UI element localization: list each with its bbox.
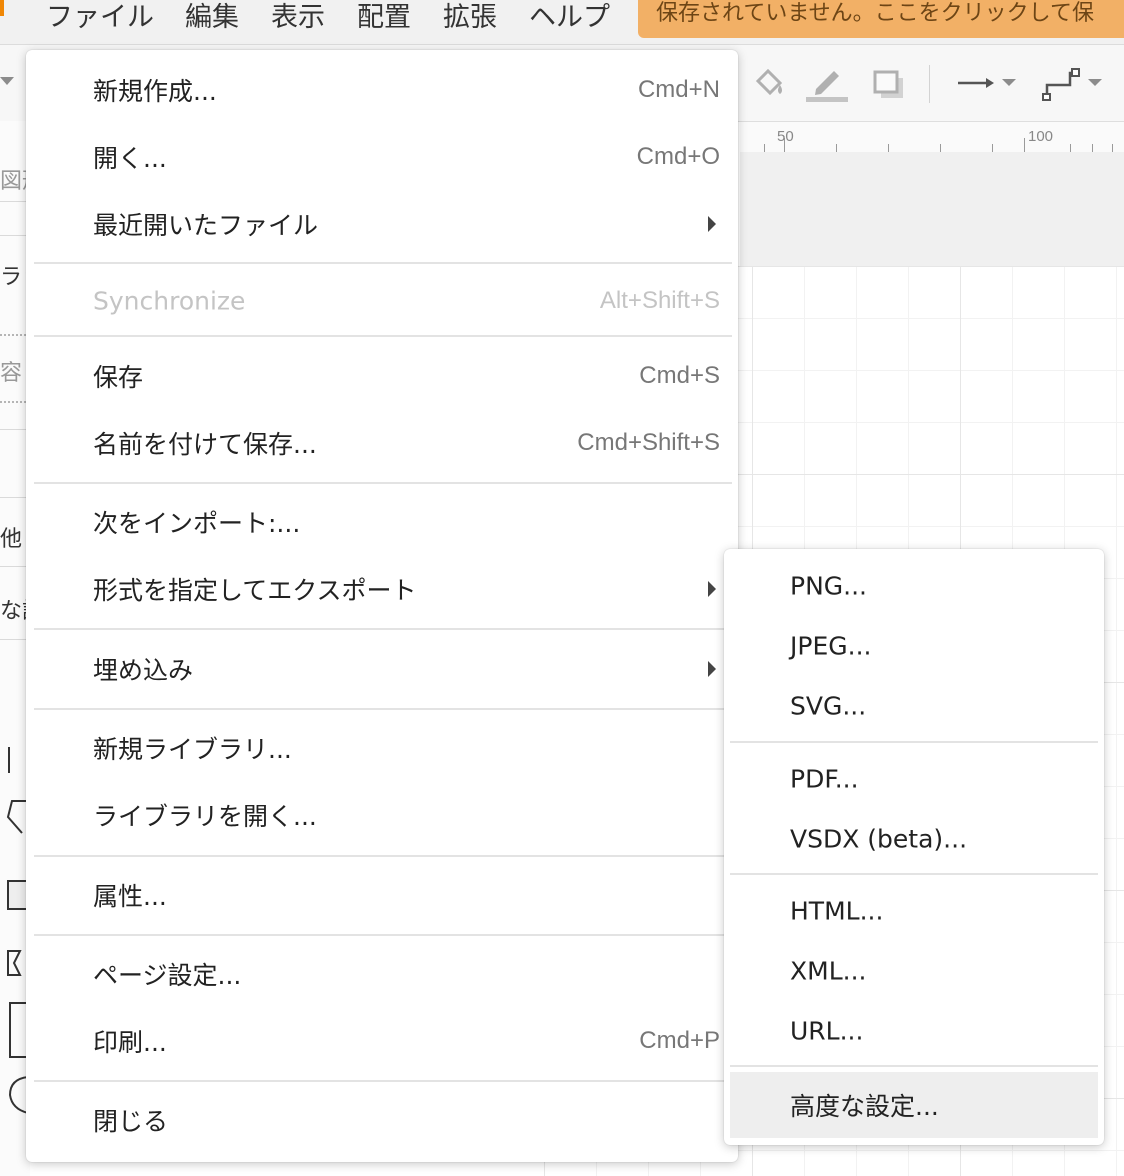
export-vsdx[interactable]: VSDX (beta)... xyxy=(730,810,1098,868)
menu-item-label: ページ設定... xyxy=(93,961,242,990)
menu-item-label: 高度な設定... xyxy=(790,1092,939,1121)
shadow-icon[interactable] xyxy=(872,69,906,99)
menu-item-open[interactable]: 開く... Cmd+O xyxy=(26,127,738,187)
menu-separator xyxy=(34,1080,732,1082)
menu-item-close[interactable]: 閉じる xyxy=(26,1090,738,1150)
menu-item-new-library[interactable]: 新規ライブラリ... xyxy=(26,718,738,778)
menu-item-open-library[interactable]: ライブラリを開く... xyxy=(26,785,738,845)
menu-separator xyxy=(730,1065,1098,1067)
menu-item-shortcut: Cmd+S xyxy=(639,362,720,389)
menu-help[interactable]: ヘルプ xyxy=(529,2,610,34)
menu-item-label: 名前を付けて保存... xyxy=(93,430,317,459)
menu-arrange[interactable]: 配置 xyxy=(357,2,411,34)
menu-item-import[interactable]: 次をインポート:... xyxy=(26,492,738,552)
fill-color-icon[interactable] xyxy=(750,63,790,103)
file-menu: 新規作成... Cmd+N 開く... Cmd+O 最近開いたファイル Sync… xyxy=(26,50,738,1162)
menu-view[interactable]: 表示 xyxy=(271,2,325,34)
menubar: ファイル 編集 表示 配置 拡張 ヘルプ 保存されていません。ここをクリックして… xyxy=(0,0,1124,45)
menu-extras[interactable]: 拡張 xyxy=(443,2,497,34)
menu-separator xyxy=(34,335,732,337)
menu-item-shortcut: Cmd+N xyxy=(637,76,720,103)
menu-item-shortcut: Cmd+Shift+S xyxy=(577,429,720,456)
export-advanced[interactable]: 高度な設定... xyxy=(730,1072,1098,1138)
menu-item-label: XML... xyxy=(790,956,867,986)
menu-item-label: PDF... xyxy=(790,764,859,794)
menu-item-label: 次をインポート:... xyxy=(93,509,301,538)
menu-edit[interactable]: 編集 xyxy=(185,2,239,34)
menu-item-synchronize: Synchronize Alt+Shift+S xyxy=(26,271,738,331)
menu-item-print[interactable]: 印刷... Cmd+P xyxy=(26,1011,738,1071)
chevron-down-icon[interactable] xyxy=(0,77,14,87)
menu-item-label: SVG... xyxy=(790,691,867,721)
menu-separator xyxy=(34,262,732,264)
app-logo-icon xyxy=(0,0,4,16)
menu-separator xyxy=(34,482,732,484)
menu-item-label: JPEG... xyxy=(790,631,872,661)
menu-item-label: 埋め込み xyxy=(93,656,194,685)
menu-item-new[interactable]: 新規作成... Cmd+N xyxy=(26,60,738,120)
horizontal-ruler: 50 100 xyxy=(740,122,1124,153)
menu-item-label: 属性... xyxy=(93,882,167,911)
export-xml[interactable]: XML... xyxy=(730,942,1098,1000)
menu-item-label: 開く... xyxy=(93,144,167,173)
submenu-arrow-icon xyxy=(708,661,716,677)
export-jpeg[interactable]: JPEG... xyxy=(730,617,1098,675)
menu-separator xyxy=(34,708,732,710)
menu-separator xyxy=(34,628,732,630)
menu-item-open-recent[interactable]: 最近開いたファイル xyxy=(26,194,738,254)
export-pdf[interactable]: PDF... xyxy=(730,750,1098,808)
menu-item-label: 最近開いたファイル xyxy=(93,211,319,240)
submenu-arrow-icon xyxy=(708,581,716,597)
connection-arrow-icon[interactable] xyxy=(956,73,1018,93)
menu-item-label: Synchronize xyxy=(93,286,246,316)
menu-item-label: 新規ライブラリ... xyxy=(93,735,292,764)
export-html[interactable]: HTML... xyxy=(730,882,1098,940)
menu-item-page-setup[interactable]: ページ設定... xyxy=(26,944,738,1004)
submenu-arrow-icon xyxy=(708,216,716,232)
menu-item-shortcut: Cmd+P xyxy=(639,1027,720,1054)
menu-item-label: 閉じる xyxy=(93,1107,169,1136)
ruler-label: 100 xyxy=(1028,128,1054,145)
toolbar-separator xyxy=(929,65,930,103)
menu-item-save-as[interactable]: 名前を付けて保存... Cmd+Shift+S xyxy=(26,413,738,473)
line-color-icon[interactable] xyxy=(804,61,852,105)
menu-file[interactable]: ファイル xyxy=(46,2,154,34)
menu-item-label: ライブラリを開く... xyxy=(93,802,317,831)
unsaved-changes-banner[interactable]: 保存されていません。ここをクリックして保 xyxy=(638,0,1124,38)
menu-item-label: 形式を指定してエクスポート xyxy=(93,576,417,605)
export-png[interactable]: PNG... xyxy=(730,557,1098,615)
canvas-margin xyxy=(740,152,1124,267)
menu-item-label: VSDX (beta)... xyxy=(790,824,968,854)
menu-separator xyxy=(730,741,1098,743)
menu-item-export-as[interactable]: 形式を指定してエクスポート xyxy=(26,559,738,619)
menu-item-label: 保存 xyxy=(93,363,144,392)
waypoints-icon[interactable] xyxy=(1042,67,1108,101)
menu-separator xyxy=(730,873,1098,875)
menu-item-label: 新規作成... xyxy=(93,77,217,106)
menu-item-save[interactable]: 保存 Cmd+S xyxy=(26,346,738,406)
export-svg[interactable]: SVG... xyxy=(730,677,1098,735)
menu-item-shortcut: Cmd+O xyxy=(636,143,720,170)
menu-separator xyxy=(34,855,732,857)
menu-item-properties[interactable]: 属性... xyxy=(26,865,738,925)
menu-separator xyxy=(34,934,732,936)
export-submenu: PNG... JPEG... SVG... PDF... VSDX (beta)… xyxy=(724,549,1104,1145)
menu-item-label: 印刷... xyxy=(93,1028,167,1057)
menu-item-shortcut: Alt+Shift+S xyxy=(599,287,720,314)
menu-item-label: HTML... xyxy=(790,896,884,926)
ruler-label: 50 xyxy=(777,128,794,145)
menu-item-embed[interactable]: 埋め込み xyxy=(26,639,738,699)
export-url[interactable]: URL... xyxy=(730,1002,1098,1060)
menu-item-label: PNG... xyxy=(790,571,867,601)
menu-item-label: URL... xyxy=(790,1016,864,1046)
